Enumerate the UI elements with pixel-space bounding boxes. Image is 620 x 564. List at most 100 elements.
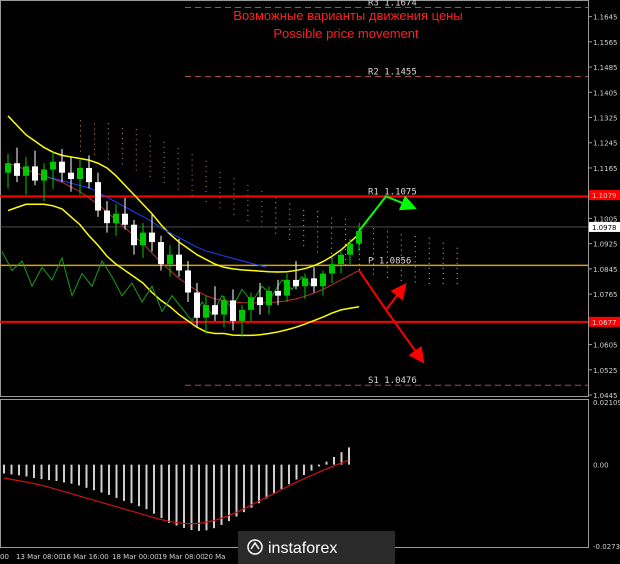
cloud-dot	[191, 179, 193, 181]
cloud-dot	[414, 241, 416, 243]
cloud-dot	[442, 262, 444, 264]
chikou-line	[1, 251, 313, 322]
cloud-dot	[414, 251, 416, 253]
cloud-dot	[177, 163, 179, 165]
cloud-dot	[135, 169, 137, 171]
cloud-dot	[456, 278, 458, 280]
cloud-dot	[428, 247, 430, 249]
cloud-dot	[331, 247, 333, 249]
cloud-dot	[275, 217, 277, 219]
cloud-dot	[80, 125, 81, 127]
candle-body	[284, 279, 290, 296]
cloud-dot	[345, 259, 347, 261]
cloud-dot	[149, 140, 151, 142]
candle-body	[14, 163, 20, 176]
candle-body	[149, 232, 155, 243]
cloud-dot	[331, 222, 333, 224]
indicator-lines	[1, 175, 313, 322]
cloud-dot	[149, 160, 151, 162]
cloud-dot	[289, 238, 291, 240]
cloud-dot	[386, 276, 388, 278]
price-tick-label: 1.0525	[593, 367, 618, 375]
cloud-dot	[135, 164, 137, 166]
title-ru: Возможные варианты движения цены	[233, 8, 462, 23]
cloud-dot	[331, 237, 333, 239]
cloud-dot	[400, 234, 402, 236]
level-label: R1 1.1075	[368, 187, 417, 197]
cloud-dot	[428, 283, 430, 285]
cloud-dot	[372, 233, 374, 235]
cloud-dot	[121, 143, 123, 145]
cloud-dot	[135, 159, 137, 161]
candle-body	[140, 232, 146, 246]
cloud-dot	[149, 175, 151, 177]
candle-body	[158, 242, 164, 265]
candle-body	[257, 297, 263, 306]
cloud-dot	[191, 189, 193, 191]
cloud-dot	[93, 148, 95, 150]
candle-body	[86, 167, 92, 183]
cloud-dot	[163, 182, 165, 184]
cloud-dot	[372, 238, 374, 240]
cloud-dot	[414, 266, 416, 268]
cloud-dot	[331, 227, 333, 229]
indicator-tick-label: 0.02109	[593, 399, 620, 407]
cloud-dot	[107, 128, 109, 130]
cloud-dot	[163, 161, 165, 163]
cloud-dot	[317, 241, 319, 243]
cloud-dot	[456, 267, 458, 269]
level-label: R2 1.1455	[368, 68, 417, 78]
cloud-dot	[205, 165, 207, 167]
cloud-dot	[442, 247, 444, 249]
cloud-dot	[414, 281, 416, 283]
cloud-dot	[233, 183, 235, 185]
cloud-dot	[442, 272, 444, 274]
price-tag-label: 1.0677	[592, 319, 617, 327]
cloud-dot	[414, 256, 416, 258]
forecast-down-arrow	[358, 269, 407, 312]
cloud-dot	[317, 216, 319, 218]
price-tick-label: 1.1165	[593, 165, 618, 173]
cloud-dot	[303, 230, 305, 232]
cloud-dot	[317, 236, 319, 238]
cloud-dot	[261, 216, 263, 218]
cloud-dot	[219, 187, 221, 189]
cloud-dot	[93, 133, 95, 135]
candle-body	[50, 161, 56, 170]
cloud-dot	[442, 257, 444, 259]
cloud-dot	[345, 254, 347, 256]
cloud-dot	[191, 174, 193, 176]
cloud-dot	[177, 148, 179, 150]
price-tick-label: 1.1565	[593, 39, 618, 47]
cloud-dot	[275, 197, 277, 199]
cloud-dot	[121, 158, 123, 160]
price-axis: 1.1645 1.1565 1.1485 1.1405 1.1325 1.1245 1.11…	[588, 14, 620, 400]
cloud-dot	[247, 199, 249, 201]
time-tick-label: 18 Mar 00:00	[112, 553, 159, 561]
cloud-dot	[177, 183, 179, 185]
cloud-dot	[107, 158, 109, 160]
cloud-dot	[414, 276, 416, 278]
cloud-dot	[107, 153, 109, 155]
bollinger-lower	[7, 203, 360, 337]
candles	[5, 147, 362, 337]
cloud-dot	[135, 139, 137, 141]
cloud-dot	[275, 222, 277, 224]
cloud-dot	[205, 185, 207, 187]
cloud-dot	[428, 262, 430, 264]
cloud-dot	[303, 225, 305, 227]
cloud-dot	[289, 223, 291, 225]
cloud-dot	[149, 135, 151, 137]
cloud-dot	[456, 252, 458, 254]
cloud-dot	[428, 257, 430, 259]
cloud-dot	[456, 257, 458, 259]
price-tick-label: 1.0605	[593, 342, 618, 350]
cloud-dot	[275, 232, 277, 234]
cloud-dot	[386, 236, 388, 238]
cloud-dot	[372, 268, 374, 270]
forecast-down-arrow-2	[385, 309, 425, 364]
cloud-dot	[386, 271, 388, 273]
cloud-dot	[121, 148, 123, 150]
cloud-dot	[303, 245, 305, 247]
cloud-dot	[177, 158, 179, 160]
